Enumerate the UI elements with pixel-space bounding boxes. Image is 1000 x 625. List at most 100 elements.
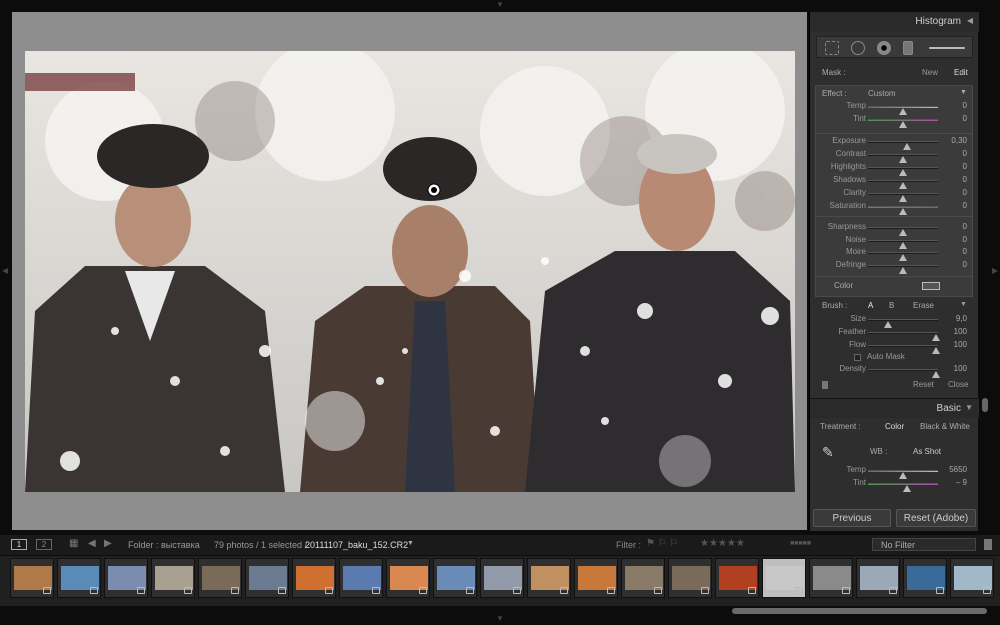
wb-select[interactable]: As Shot	[913, 447, 941, 456]
adjustment-brush-tool-icon[interactable]	[929, 47, 965, 49]
slider-knob[interactable]	[899, 267, 907, 275]
grid-view-icon[interactable]: ▦	[69, 538, 78, 549]
slider-value[interactable]: 0	[963, 222, 967, 231]
forward-arrow-icon[interactable]: ▶	[104, 538, 112, 549]
slider-value[interactable]: 0	[963, 188, 967, 197]
filmstrip-scrollbar[interactable]	[732, 608, 987, 614]
filmstrip-thumbnail[interactable]	[621, 558, 665, 598]
filmstrip-thumbnail[interactable]	[386, 558, 430, 598]
filmstrip-thumbnail[interactable]	[10, 558, 54, 598]
brush-erase-tab[interactable]: Erase	[913, 301, 934, 310]
slider-value[interactable]: 0	[963, 114, 967, 123]
filmstrip-thumbnail[interactable]	[292, 558, 336, 598]
slider-value[interactable]: 0	[963, 260, 967, 269]
noise-slider[interactable]	[868, 239, 938, 249]
brush-b-tab[interactable]: B	[889, 301, 894, 310]
sharpness-slider[interactable]	[868, 227, 938, 236]
brush-flow-value[interactable]: 100	[954, 340, 967, 349]
previous-button[interactable]: Previous	[813, 509, 891, 527]
slider-value[interactable]: 0	[963, 175, 967, 184]
photo-canvas[interactable]	[12, 12, 807, 530]
slider-value[interactable]: 0	[963, 101, 967, 110]
filmstrip-thumbnail[interactable]	[856, 558, 900, 598]
filmstrip-thumbnail[interactable]	[574, 558, 618, 598]
star-rating-filter-icon[interactable]: ★★★★★	[700, 538, 745, 549]
filmstrip-thumbnail[interactable]	[245, 558, 289, 598]
close-button[interactable]: Close	[948, 380, 968, 389]
tint-slider[interactable]	[868, 119, 938, 128]
red-eye-tool-icon[interactable]	[877, 41, 891, 55]
bottom-panel-toggle-icon[interactable]: ▼	[496, 614, 504, 623]
brush-flow-slider[interactable]	[868, 345, 940, 354]
flag-filter-icon[interactable]: ⚑ ⚐ ⚐	[646, 538, 678, 549]
filmstrip-thumbnail[interactable]	[527, 558, 571, 598]
effect-collapse-icon[interactable]: ▼	[960, 89, 967, 96]
slider-knob[interactable]	[899, 208, 907, 215]
brush-feather-slider[interactable]	[868, 332, 940, 341]
spot-removal-tool-icon[interactable]	[851, 41, 865, 55]
right-panel-toggle-icon[interactable]: ▶	[992, 266, 998, 275]
filter-select[interactable]: No Filter	[872, 538, 976, 551]
clarity-slider[interactable]	[868, 193, 938, 202]
color-label-filter-icon[interactable]: ■■■■■	[790, 540, 811, 547]
shadows-slider[interactable]	[868, 180, 938, 189]
mask-new-button[interactable]: New	[922, 68, 938, 77]
slider-value[interactable]: 0	[963, 201, 967, 210]
selected-filename[interactable]: 20111107_baku_152.CR2	[305, 540, 408, 550]
brush-collapse-icon[interactable]: ▼	[960, 301, 967, 308]
view-2-button[interactable]: 2	[36, 539, 52, 550]
exposure-slider[interactable]	[868, 141, 938, 150]
slider-value[interactable]: 0	[963, 162, 967, 171]
brush-size-slider[interactable]	[868, 319, 938, 328]
basic-tint-slider[interactable]	[868, 483, 938, 492]
saturation-slider[interactable]	[868, 206, 938, 215]
filename-dropdown-icon[interactable]: ▼	[407, 540, 414, 547]
filmstrip-thumbnail[interactable]	[762, 558, 806, 598]
brush-size-value[interactable]: 9,0	[956, 314, 967, 323]
slider-value[interactable]: 0,30	[951, 136, 967, 145]
filmstrip-thumbnail[interactable]	[433, 558, 477, 598]
slider-value[interactable]: 0	[963, 149, 967, 158]
slider-knob[interactable]	[899, 121, 907, 128]
brush-feather-value[interactable]: 100	[954, 327, 967, 336]
filmstrip-thumbnail[interactable]	[104, 558, 148, 598]
crop-tool-icon[interactable]	[825, 41, 839, 55]
filmstrip-thumbnail[interactable]	[903, 558, 947, 598]
reset-adobe-button[interactable]: Reset (Adobe)	[896, 509, 976, 527]
brush-a-tab[interactable]: A	[868, 301, 873, 310]
graduated-filter-tool-icon[interactable]	[903, 41, 913, 55]
brush-density-slider[interactable]	[868, 369, 940, 378]
filmstrip-thumbnail[interactable]	[198, 558, 242, 598]
top-panel-toggle-icon[interactable]: ▼	[496, 0, 504, 9]
filmstrip-thumbnail[interactable]	[809, 558, 853, 598]
slider-value[interactable]: 0	[963, 235, 967, 244]
back-arrow-icon[interactable]: ◀	[88, 538, 96, 549]
filmstrip-thumbnail[interactable]	[480, 558, 524, 598]
basic-temp-slider[interactable]	[868, 470, 938, 479]
mask-edit-button[interactable]: Edit	[954, 68, 968, 77]
histogram-header[interactable]: Histogram ◀	[810, 12, 979, 32]
moire-slider[interactable]	[868, 252, 938, 262]
photo-preview[interactable]	[25, 51, 795, 492]
temp-slider[interactable]	[868, 106, 938, 115]
automask-checkbox[interactable]	[854, 354, 861, 361]
color-swatch[interactable]	[922, 282, 940, 290]
filmstrip-thumbnail[interactable]	[668, 558, 712, 598]
treatment-bw-button[interactable]: Black & White	[920, 422, 970, 431]
filmstrip-thumbnail[interactable]	[57, 558, 101, 598]
defringe-slider[interactable]	[868, 265, 938, 275]
highlights-slider[interactable]	[868, 167, 938, 176]
slider-value[interactable]: 0	[963, 247, 967, 256]
basic-temp-value[interactable]: 5650	[949, 465, 967, 474]
basic-header[interactable]: Basic ▼	[810, 398, 979, 418]
filmstrip-thumbnail[interactable]	[715, 558, 759, 598]
effect-preset-select[interactable]: Custom	[868, 89, 896, 98]
filter-lock-icon[interactable]	[984, 539, 992, 550]
brush-density-value[interactable]: 100	[954, 364, 967, 373]
toggle-switch-icon[interactable]	[822, 381, 828, 389]
filmstrip-thumbnail[interactable]	[950, 558, 994, 598]
filmstrip-thumbnail[interactable]	[151, 558, 195, 598]
left-panel-toggle-icon[interactable]: ◀	[2, 266, 8, 275]
view-1-button[interactable]: 1	[11, 539, 27, 550]
reset-button[interactable]: Reset	[913, 380, 934, 389]
